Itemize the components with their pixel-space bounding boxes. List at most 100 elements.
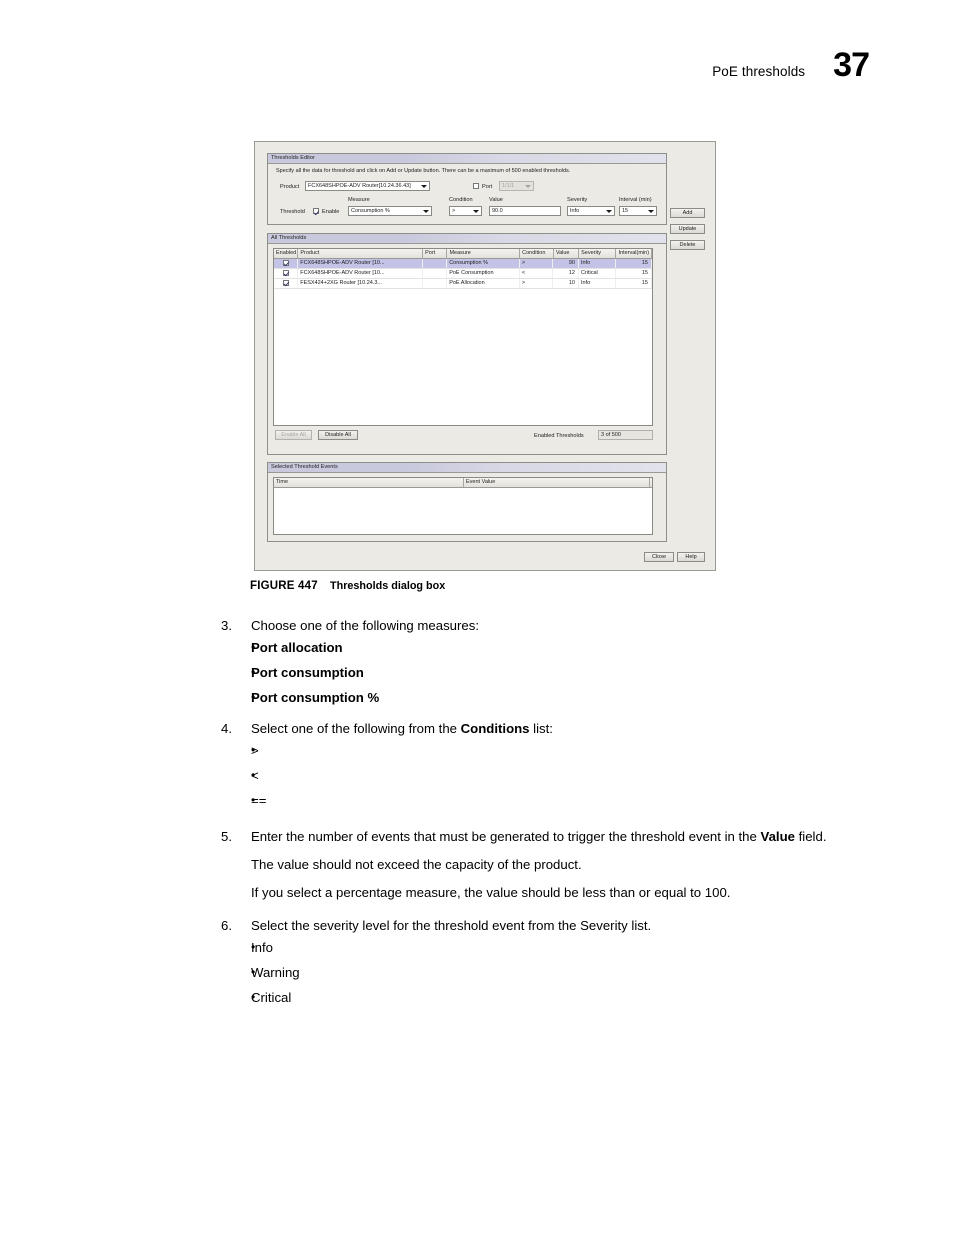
- step-6-number: 6.: [221, 918, 232, 933]
- step-4-text: Select one of the following from the Con…: [251, 719, 881, 738]
- enabled-thresholds-label: Enabled Thresholds: [534, 433, 584, 439]
- all-thresholds-group: All Thresholds Enabled Product Port Meas…: [267, 233, 667, 455]
- th-product: Product: [298, 249, 424, 258]
- row-condition-cell: <: [520, 269, 554, 278]
- step-4-text-before: Select one of the following from the: [251, 721, 461, 736]
- th-value: Value: [554, 249, 580, 258]
- step-5-para-2: If you select a percentage measure, the …: [251, 885, 731, 900]
- figure-caption: FIGURE 447 Thresholds dialog box: [250, 580, 445, 592]
- bullet-text: ==: [251, 793, 267, 808]
- severity-label: Severity: [567, 197, 588, 203]
- measure-dropdown[interactable]: Consumption %: [348, 206, 432, 216]
- enable-checkbox[interactable]: [313, 208, 319, 214]
- product-dropdown[interactable]: FCX648SHPOE-ADV Router[10.24.36.43]: [305, 181, 430, 191]
- bullet-icon: •: [251, 690, 256, 704]
- figure-title: Thresholds dialog box: [330, 580, 446, 592]
- bullet-text: Warning: [251, 965, 300, 980]
- thresholds-editor-title: Thresholds Editor: [268, 154, 666, 164]
- help-button[interactable]: Help: [677, 552, 705, 562]
- chevron-down-icon: [473, 209, 479, 213]
- row-enabled-cell[interactable]: [274, 279, 299, 288]
- enabled-thresholds-value: 3 of 500: [598, 430, 653, 440]
- list-item: • ==: [221, 788, 881, 813]
- step-3: 3. Choose one of the following measures:: [221, 616, 881, 635]
- row-condition-cell: >: [520, 279, 554, 288]
- row-interval-cell: 15: [616, 269, 652, 278]
- table-row[interactable]: FESX424+2XG Router [10.24.3... PoE Alloc…: [274, 279, 652, 289]
- th-time: Time: [274, 478, 464, 487]
- step-5: 5. Enter the number of events that must …: [221, 827, 881, 846]
- row-enabled-checkbox[interactable]: [282, 259, 289, 266]
- add-button[interactable]: Add: [670, 208, 705, 218]
- step-4: 4. Select one of the following from the …: [221, 719, 881, 738]
- row-enabled-cell[interactable]: [274, 269, 299, 278]
- severity-dropdown-value: Info: [570, 208, 580, 214]
- row-enabled-cell[interactable]: [274, 259, 299, 268]
- chevron-down-icon: [423, 209, 429, 213]
- port-dropdown-value: 1/1/1: [502, 183, 515, 189]
- row-port-cell: [423, 269, 448, 278]
- list-item: • >: [221, 738, 881, 763]
- row-interval-cell: 15: [616, 279, 652, 288]
- bullet-icon: •: [251, 940, 256, 954]
- port-checkbox-label: Port: [482, 184, 493, 190]
- step-4-bullets: • > • < • ==: [221, 738, 881, 813]
- list-item: • Info: [221, 935, 881, 960]
- disable-all-button[interactable]: Disable All: [318, 430, 358, 440]
- bullet-text: Port consumption %: [251, 690, 380, 705]
- row-enabled-checkbox[interactable]: [282, 269, 289, 276]
- product-dropdown-value: FCX648SHPOE-ADV Router[10.24.36.43]: [308, 183, 411, 189]
- row-value-cell: 10: [553, 279, 579, 288]
- port-checkbox[interactable]: [473, 183, 479, 189]
- row-severity-cell: Critical: [579, 269, 617, 278]
- enable-all-button[interactable]: Enable All: [275, 430, 312, 440]
- severity-dropdown[interactable]: Info: [567, 206, 615, 216]
- list-item: • Port consumption %: [221, 685, 881, 710]
- running-head: PoE thresholds: [712, 64, 806, 79]
- product-label: Product: [280, 184, 300, 190]
- th-port: Port: [423, 249, 448, 258]
- bullet-text: Port consumption: [251, 665, 364, 680]
- step-3-text: Choose one of the following measures:: [251, 618, 479, 633]
- thresholds-editor-group: Thresholds Editor Specify all the data f…: [267, 153, 667, 225]
- step-5-text-after: field.: [794, 829, 827, 844]
- bullet-text: <: [251, 768, 259, 783]
- chevron-down-icon: [648, 209, 654, 213]
- events-table-header: Time Event Value: [274, 478, 652, 488]
- list-item: • Warning: [221, 960, 881, 985]
- interval-dropdown-value: 15: [622, 208, 629, 214]
- step-5-text: Enter the number of events that must be …: [251, 827, 881, 846]
- step-5-text-before: Enter the number of events that must be …: [251, 829, 761, 844]
- row-product-cell: FCX648SHPOE-ADV Router [10...: [298, 269, 423, 278]
- thresholds-table[interactable]: Enabled Product Port Measure Condition V…: [273, 248, 653, 426]
- row-product-cell: FESX424+2XG Router [10.24.3...: [298, 279, 423, 288]
- table-row[interactable]: FCX648SHPOE-ADV Router [10... PoE Consum…: [274, 269, 652, 279]
- row-value-cell: 90: [553, 259, 579, 268]
- bullet-text: Info: [251, 940, 273, 955]
- th-severity: Severity: [579, 249, 617, 258]
- bullet-icon: •: [251, 965, 256, 979]
- table-row[interactable]: FCX648SHPOE-ADV Router [10... Consumptio…: [274, 259, 652, 269]
- step-5-text-bold: Value: [760, 829, 795, 844]
- list-item: • Port consumption: [221, 660, 881, 685]
- bullet-icon: •: [251, 793, 256, 807]
- update-button[interactable]: Update: [670, 224, 705, 234]
- row-enabled-checkbox[interactable]: [282, 279, 289, 286]
- step-5-para-1: The value should not exceed the capacity…: [251, 857, 582, 872]
- page-header: PoE thresholds 37: [712, 48, 870, 82]
- row-measure-cell: PoE Allocation: [447, 279, 520, 288]
- selected-threshold-events-title: Selected Threshold Events: [268, 463, 666, 473]
- close-button[interactable]: Close: [644, 552, 674, 562]
- condition-dropdown[interactable]: >: [449, 206, 482, 216]
- row-interval-cell: 15: [616, 259, 652, 268]
- value-input[interactable]: 90.0: [489, 206, 561, 216]
- step-6-text: Select the severity level for the thresh…: [251, 918, 652, 933]
- thresholds-dialog-screenshot: Thresholds Editor Specify all the data f…: [254, 141, 716, 571]
- interval-dropdown[interactable]: 15: [619, 206, 657, 216]
- events-table[interactable]: Time Event Value: [273, 477, 653, 535]
- delete-button[interactable]: Delete: [670, 240, 705, 250]
- enabled-thresholds-count: 3 of 500: [601, 432, 621, 438]
- figure-number: FIGURE 447: [250, 580, 318, 592]
- th-enabled: Enabled: [274, 249, 299, 258]
- step-3-bullets: • Port allocation • Port consumption • Port…: [221, 635, 881, 710]
